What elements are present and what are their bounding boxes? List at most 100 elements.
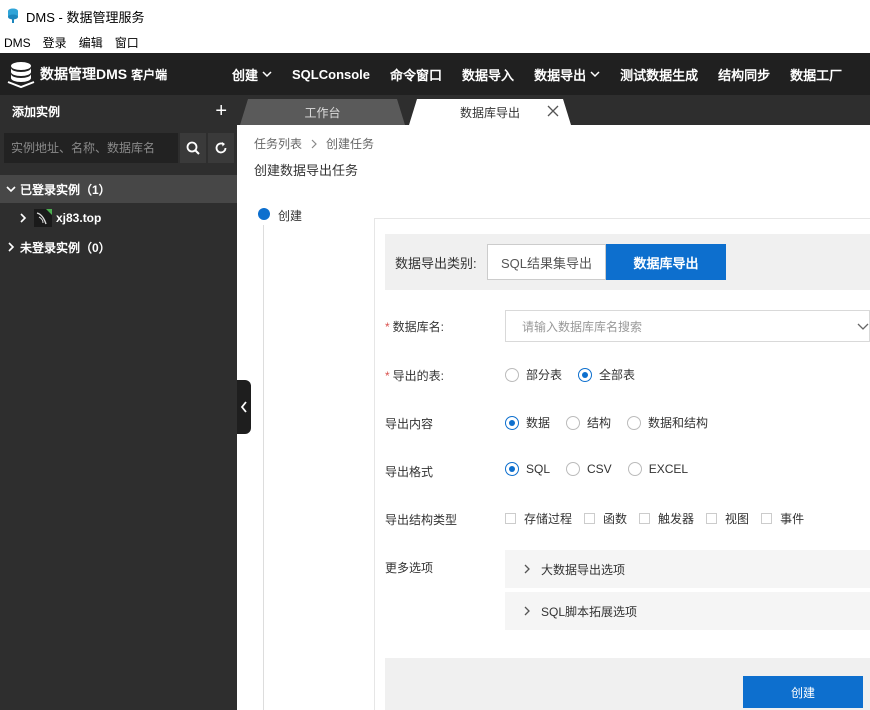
breadcrumb-create-task: 创建任务 <box>326 137 375 151</box>
content-options: 数据 结构 数据和结构 <box>505 414 724 431</box>
logged-in-group[interactable]: 已登录实例（1） <box>0 175 237 203</box>
tab-database-export[interactable]: 数据库导出 <box>409 99 571 125</box>
nav-data-factory[interactable]: 数据工厂 <box>780 65 852 84</box>
instance-item[interactable]: xj83.top <box>0 203 237 233</box>
tab-bar: 工作台 数据库导出 <box>237 95 870 125</box>
radio-excel-label: EXCEL <box>648 462 689 476</box>
radio-circle <box>566 462 581 476</box>
radio-data-label: 数据 <box>526 416 551 430</box>
radio-circle-checked <box>578 367 593 382</box>
logged-out-group-label: 未登录实例（0） <box>20 240 111 255</box>
tab-database-export-label: 数据库导出 <box>459 105 520 120</box>
checkbox-view-label: 视图 <box>725 512 750 526</box>
close-icon[interactable] <box>547 105 559 117</box>
menu-dms[interactable]: DMS <box>4 36 31 50</box>
nav-data-import[interactable]: 数据导入 <box>452 65 524 84</box>
radio-structure-label: 结构 <box>587 416 612 430</box>
radio-all-tables-label: 全部表 <box>599 368 636 382</box>
chevron-down-icon <box>262 71 272 78</box>
checkbox-box <box>639 513 651 524</box>
nav-schema-sync-label: 结构同步 <box>718 67 771 83</box>
database-logo-icon <box>7 62 35 89</box>
window-title: DMS - 数据管理服务 <box>26 9 145 25</box>
breadcrumb-task-list[interactable]: 任务列表 <box>254 135 302 152</box>
nav-data-factory-label: 数据工厂 <box>790 67 843 83</box>
checkbox-trigger[interactable]: 触发器 <box>639 510 694 527</box>
database-export-button[interactable]: 数据库导出 <box>606 244 726 280</box>
radio-circle-checked <box>505 415 519 430</box>
search-icon <box>186 141 200 155</box>
dms-app-icon <box>8 8 18 23</box>
radio-data[interactable]: 数据 <box>505 414 550 431</box>
checkbox-function[interactable]: 函数 <box>584 510 627 527</box>
sidebar-collapse-toggle[interactable] <box>237 380 251 434</box>
mysql-icon <box>34 209 52 227</box>
radio-csv-label: CSV <box>587 462 612 476</box>
step-label: 创建 <box>278 209 303 223</box>
radio-circle <box>505 367 519 382</box>
database-export-label: 数据库导出 <box>633 255 699 271</box>
create-button-label: 创建 <box>790 685 815 700</box>
sql-script-extension-options[interactable]: SQL脚本拓展选项 <box>505 592 870 630</box>
radio-excel[interactable]: EXCEL <box>627 462 689 476</box>
nav-data-export[interactable]: 数据导出 <box>524 65 610 84</box>
sql-resultset-export-label: SQL结果集导出 <box>500 255 592 271</box>
refresh-button[interactable] <box>208 133 234 163</box>
nav-test-data-label: 测试数据生成 <box>620 67 699 83</box>
radio-partial-tables-label: 部分表 <box>526 368 563 382</box>
window-titlebar: DMS - 数据管理服务 <box>0 0 870 32</box>
checkbox-box <box>706 513 718 524</box>
menu-login[interactable]: 登录 <box>43 34 67 51</box>
nav-create[interactable]: 创建 <box>222 65 282 84</box>
nav-sqlconsole[interactable]: SQLConsole <box>282 67 380 82</box>
checkbox-event-label: 事件 <box>780 512 805 526</box>
radio-structure[interactable]: 结构 <box>566 414 611 431</box>
db-name-select[interactable]: 请输入数据库库名搜索 <box>505 310 870 342</box>
checkbox-procedure[interactable]: 存储过程 <box>505 510 572 527</box>
plus-icon[interactable]: + <box>215 101 227 121</box>
form-footer: 创建 <box>385 658 870 710</box>
radio-csv[interactable]: CSV <box>566 462 612 476</box>
create-button[interactable]: 创建 <box>743 676 863 708</box>
nav-data-import-label: 数据导入 <box>462 67 515 83</box>
nav-test-data[interactable]: 测试数据生成 <box>610 65 708 84</box>
menu-window[interactable]: 窗口 <box>115 34 139 51</box>
brand-subtitle: 客户端 <box>131 67 168 82</box>
refresh-icon <box>215 142 227 154</box>
chevron-down-icon <box>6 186 16 193</box>
checkbox-event[interactable]: 事件 <box>761 510 804 527</box>
radio-all-tables[interactable]: 全部表 <box>578 366 635 383</box>
brand[interactable]: 数据管理DMS 客户端 <box>0 59 222 89</box>
chevron-left-icon <box>240 401 247 413</box>
radio-data-and-structure[interactable]: 数据和结构 <box>627 414 708 431</box>
radio-circle <box>566 415 581 430</box>
logged-in-group-label: 已登录实例（1） <box>20 182 111 197</box>
instance-search-input[interactable] <box>4 133 178 163</box>
chevron-right-icon <box>524 606 530 616</box>
search-button[interactable] <box>180 133 206 163</box>
tables-label: * 导出的表: <box>385 369 445 383</box>
content-label: 导出内容 <box>385 417 434 431</box>
checkbox-box <box>761 513 773 524</box>
export-type-bar: 数据导出类别: SQL结果集导出 数据库导出 <box>385 234 870 290</box>
sql-resultset-export-button[interactable]: SQL结果集导出 <box>487 244 606 280</box>
big-data-export-options-label: 大数据导出选项 <box>541 562 626 577</box>
big-data-export-options[interactable]: 大数据导出选项 <box>505 550 870 588</box>
nav-schema-sync[interactable]: 结构同步 <box>708 65 780 84</box>
step-indicator <box>258 208 270 220</box>
checkbox-box <box>584 513 596 524</box>
export-type-label: 数据导出类别: <box>395 255 477 271</box>
menu-edit[interactable]: 编辑 <box>79 34 103 51</box>
radio-sql-label: SQL <box>526 462 551 476</box>
radio-circle <box>627 462 642 476</box>
nav-command-window[interactable]: 命令窗口 <box>380 65 452 84</box>
chevron-right-icon <box>8 242 15 252</box>
top-navigation: 数据管理DMS 客户端 创建 SQLConsole 命令窗口 数据导入 数据导出… <box>0 53 870 95</box>
tab-workbench[interactable]: 工作台 <box>240 99 405 125</box>
radio-sql[interactable]: SQL <box>505 462 550 476</box>
checkbox-view[interactable]: 视图 <box>706 510 749 527</box>
step-line <box>263 225 264 710</box>
radio-partial-tables[interactable]: 部分表 <box>505 366 562 383</box>
breadcrumb: 任务列表 创建任务 <box>254 135 374 152</box>
logged-out-group[interactable]: 未登录实例（0） <box>0 233 237 261</box>
